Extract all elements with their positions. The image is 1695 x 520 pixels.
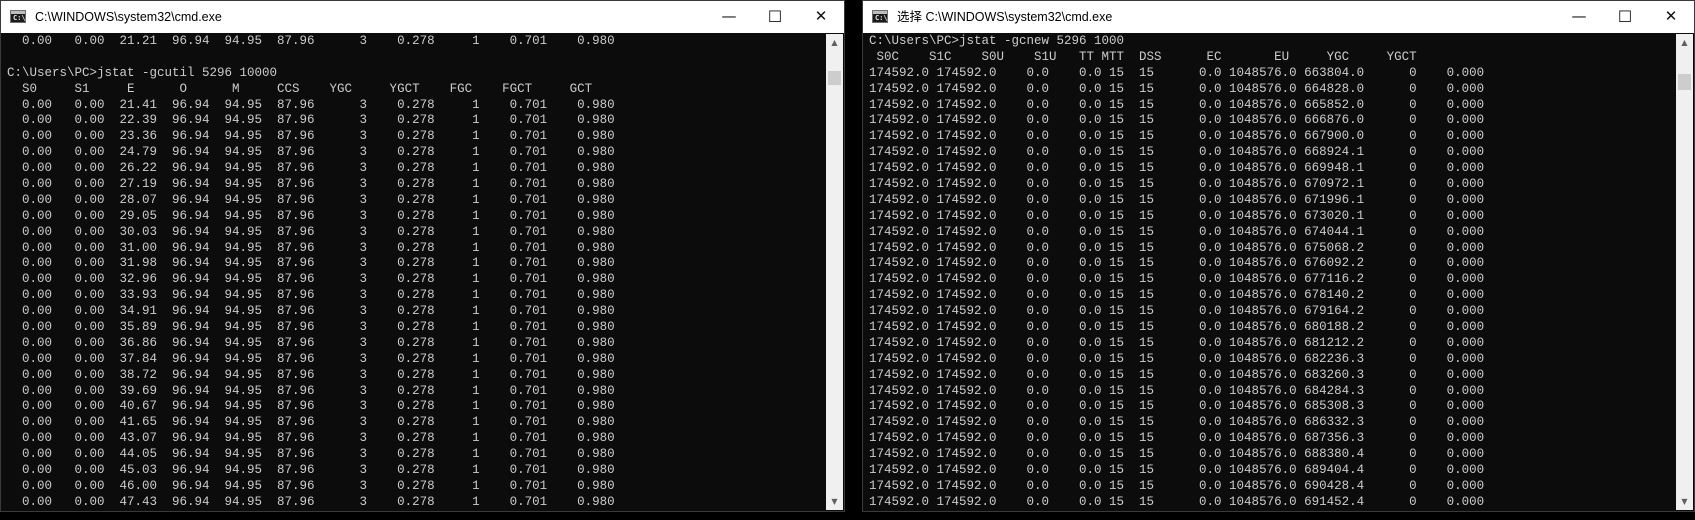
console-line: 174592.0 174592.0 0.0 0.0 15 15 0.0 1048… [869, 383, 1485, 398]
minimize-button[interactable]: — [1556, 1, 1602, 33]
console-line: C:\Users\PC>jstat -gcnew 5296 1000 [869, 34, 1125, 48]
window-title: 选择 C:\WINDOWS\system32\cmd.exe [897, 10, 1113, 24]
console-line: 174592.0 174592.0 0.0 0.0 15 15 0.0 1048… [869, 415, 1485, 430]
close-button[interactable]: ✕ [1648, 1, 1694, 33]
console-line: C:\Users\PC>jstat -gcutil 5296 10000 [7, 65, 278, 80]
console-icon-label: C:\ [13, 14, 26, 22]
cmd-window-right[interactable]: C:\ 选择 C:\WINDOWS\system32\cmd.exe — ☐ ✕… [862, 0, 1695, 512]
title-bar[interactable]: C:\ C:\WINDOWS\system32\cmd.exe — ☐ ✕ [1, 1, 844, 33]
window-title: C:\WINDOWS\system32\cmd.exe [35, 10, 222, 24]
minimize-button[interactable]: — [706, 1, 752, 33]
console-output[interactable]: C:\Users\PC>jstat -gcnew 5296 1000 S0C S… [869, 34, 1672, 509]
vertical-scrollbar[interactable]: ▲ ▼ [1676, 34, 1693, 510]
console-line: 174592.0 174592.0 0.0 0.0 15 15 0.0 1048… [869, 177, 1485, 192]
console-line: 0.00 0.00 31.98 96.94 94.95 87.96 3 0.27… [7, 256, 615, 271]
console-line: 0.00 0.00 28.07 96.94 94.95 87.96 3 0.27… [7, 192, 615, 207]
console-line: 174592.0 174592.0 0.0 0.0 15 15 0.0 1048… [869, 320, 1485, 335]
console-line: 174592.0 174592.0 0.0 0.0 15 15 0.0 1048… [869, 288, 1485, 303]
console-line: 174592.0 174592.0 0.0 0.0 15 15 0.0 1048… [869, 208, 1485, 223]
console-line: 0.00 0.00 46.00 96.94 94.95 87.96 3 0.27… [7, 478, 615, 493]
console-icon-label: C:\ [875, 14, 888, 22]
console-line: 0.00 0.00 30.03 96.94 94.95 87.96 3 0.27… [7, 224, 615, 239]
console-line: 0.00 0.00 26.22 96.94 94.95 87.96 3 0.27… [7, 161, 615, 176]
console-line: 174592.0 174592.0 0.0 0.0 15 15 0.0 1048… [869, 478, 1485, 493]
console-line: 174592.0 174592.0 0.0 0.0 15 15 0.0 1048… [869, 145, 1485, 160]
console-line: 174592.0 174592.0 0.0 0.0 15 15 0.0 1048… [869, 65, 1485, 80]
title-bar[interactable]: C:\ 选择 C:\WINDOWS\system32\cmd.exe — ☐ ✕ [863, 1, 1694, 33]
console-line: 174592.0 174592.0 0.0 0.0 15 15 0.0 1048… [869, 463, 1485, 478]
console-line: 174592.0 174592.0 0.0 0.0 15 15 0.0 1048… [869, 272, 1485, 287]
console-line: 0.00 0.00 43.07 96.94 94.95 87.96 3 0.27… [7, 431, 615, 446]
cmd-window-left[interactable]: C:\ C:\WINDOWS\system32\cmd.exe — ☐ ✕ 0.… [0, 0, 845, 512]
console-line: 174592.0 174592.0 0.0 0.0 15 15 0.0 1048… [869, 447, 1485, 462]
console-line: 174592.0 174592.0 0.0 0.0 15 15 0.0 1048… [869, 399, 1485, 414]
console-line: 0.00 0.00 38.72 96.94 94.95 87.96 3 0.27… [7, 367, 615, 382]
console-line: 174592.0 174592.0 0.0 0.0 15 15 0.0 1048… [869, 431, 1485, 446]
console-line: 0.00 0.00 24.79 96.94 94.95 87.96 3 0.27… [7, 145, 615, 160]
scroll-thumb[interactable] [1678, 74, 1691, 90]
scroll-down-arrow-icon[interactable]: ▼ [1676, 493, 1693, 510]
console-line: 0.00 0.00 33.93 96.94 94.95 87.96 3 0.27… [7, 288, 615, 303]
console-line: 174592.0 174592.0 0.0 0.0 15 15 0.0 1048… [869, 97, 1485, 112]
console-line: 174592.0 174592.0 0.0 0.0 15 15 0.0 1048… [869, 161, 1485, 176]
console-line: 0.00 0.00 47.43 96.94 94.95 87.96 3 0.27… [7, 494, 615, 509]
console-line: 174592.0 174592.0 0.0 0.0 15 15 0.0 1048… [869, 256, 1485, 271]
console-line: 0.00 0.00 45.03 96.94 94.95 87.96 3 0.27… [7, 463, 615, 478]
console-output[interactable]: 0.00 0.00 21.21 96.94 94.95 87.96 3 0.27… [7, 34, 822, 509]
console-line: 174592.0 174592.0 0.0 0.0 15 15 0.0 1048… [869, 335, 1485, 350]
console-line: 174592.0 174592.0 0.0 0.0 15 15 0.0 1048… [869, 240, 1485, 255]
scroll-up-arrow-icon[interactable]: ▲ [826, 34, 843, 51]
console-line: 174592.0 174592.0 0.0 0.0 15 15 0.0 1048… [869, 192, 1485, 207]
console-line: S0C S1C S0U S1U TT MTT DSS EC EU YGC YGC… [869, 49, 1417, 64]
console-line: 0.00 0.00 37.84 96.94 94.95 87.96 3 0.27… [7, 351, 615, 366]
console-line: 174592.0 174592.0 0.0 0.0 15 15 0.0 1048… [869, 304, 1485, 319]
console-line: 174592.0 174592.0 0.0 0.0 15 15 0.0 1048… [869, 367, 1485, 382]
scroll-thumb[interactable] [828, 71, 841, 85]
console-line: 0.00 0.00 39.69 96.94 94.95 87.96 3 0.27… [7, 383, 615, 398]
console-line: 174592.0 174592.0 0.0 0.0 15 15 0.0 1048… [869, 351, 1485, 366]
console-line: 0.00 0.00 44.05 96.94 94.95 87.96 3 0.27… [7, 447, 615, 462]
console-line: 0.00 0.00 36.86 96.94 94.95 87.96 3 0.27… [7, 335, 615, 350]
console-line: 0.00 0.00 34.91 96.94 94.95 87.96 3 0.27… [7, 304, 615, 319]
console-line: 0.00 0.00 35.89 96.94 94.95 87.96 3 0.27… [7, 320, 615, 335]
close-button[interactable]: ✕ [798, 1, 844, 33]
console-app-icon[interactable]: C:\ [10, 10, 26, 23]
console-line: 174592.0 174592.0 0.0 0.0 15 15 0.0 1048… [869, 129, 1485, 144]
console-line: 0.00 0.00 40.67 96.94 94.95 87.96 3 0.27… [7, 399, 615, 414]
console-app-icon[interactable]: C:\ [872, 10, 888, 23]
console-line: 174592.0 174592.0 0.0 0.0 15 15 0.0 1048… [869, 224, 1485, 239]
console-line: 0.00 0.00 27.19 96.94 94.95 87.96 3 0.27… [7, 177, 615, 192]
maximize-button[interactable]: ☐ [1602, 1, 1648, 33]
console-line: 174592.0 174592.0 0.0 0.0 15 15 0.0 1048… [869, 81, 1485, 96]
console-line: 0.00 0.00 21.41 96.94 94.95 87.96 3 0.27… [7, 97, 615, 112]
console-line: S0 S1 E O M CCS YGC YGCT FGC FGCT GCT [7, 81, 593, 96]
maximize-button[interactable]: ☐ [752, 1, 798, 33]
console-line: 0.00 0.00 23.36 96.94 94.95 87.96 3 0.27… [7, 129, 615, 144]
scroll-up-arrow-icon[interactable]: ▲ [1676, 34, 1693, 51]
console-line: 0.00 0.00 31.00 96.94 94.95 87.96 3 0.27… [7, 240, 615, 255]
console-line: 0.00 0.00 32.96 96.94 94.95 87.96 3 0.27… [7, 272, 615, 287]
scroll-down-arrow-icon[interactable]: ▼ [826, 493, 843, 510]
console-line: 0.00 0.00 41.65 96.94 94.95 87.96 3 0.27… [7, 415, 615, 430]
console-line: 0.00 0.00 21.21 96.94 94.95 87.96 3 0.27… [7, 34, 615, 48]
vertical-scrollbar[interactable]: ▲ ▼ [826, 34, 843, 510]
console-line: 174592.0 174592.0 0.0 0.0 15 15 0.0 1048… [869, 494, 1485, 509]
console-line: 174592.0 174592.0 0.0 0.0 15 15 0.0 1048… [869, 113, 1485, 128]
console-line: 0.00 0.00 22.39 96.94 94.95 87.96 3 0.27… [7, 113, 615, 128]
console-line: 0.00 0.00 29.05 96.94 94.95 87.96 3 0.27… [7, 208, 615, 223]
